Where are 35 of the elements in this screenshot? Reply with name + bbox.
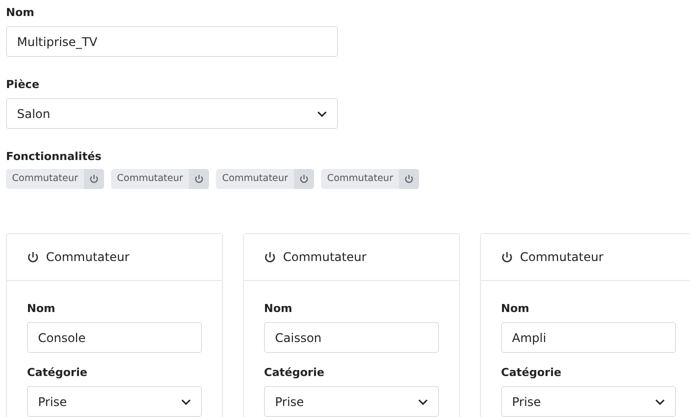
- name-input-field[interactable]: Console: [27, 322, 202, 353]
- power-icon: [264, 250, 276, 264]
- category-select[interactable]: Prise: [27, 386, 202, 417]
- name-input-field[interactable]: Ampli: [501, 322, 676, 353]
- feature-tag[interactable]: Commutateur: [6, 169, 104, 189]
- field-label: Catégorie: [27, 365, 88, 381]
- power-icon: [89, 174, 100, 184]
- chevron-down-icon: [418, 398, 428, 404]
- category-select[interactable]: Prise: [264, 386, 439, 417]
- field-label: Nom: [27, 301, 56, 317]
- field-label: Pièce: [6, 77, 40, 93]
- room-select[interactable]: Salon: [6, 98, 338, 129]
- field-label: Catégorie: [264, 365, 326, 381]
- field-label: Nom: [501, 301, 530, 317]
- power-icon: [404, 174, 414, 184]
- feature-tag[interactable]: Commutateur: [321, 169, 420, 189]
- name-input-field[interactable]: Caisson: [264, 322, 439, 353]
- chevron-down-icon: [655, 398, 665, 404]
- field-label: Nom: [264, 301, 294, 317]
- card-title: Commutateur: [46, 250, 130, 264]
- power-icon: [299, 174, 310, 184]
- chevron-down-icon: [181, 398, 191, 404]
- field-label: Nom: [6, 5, 36, 21]
- power-icon: [194, 174, 204, 184]
- category-select[interactable]: Prise: [501, 386, 676, 417]
- feature-tag[interactable]: Commutateur: [111, 169, 210, 189]
- power-icon: [27, 250, 39, 264]
- field-label: Fonctionnalités: [6, 149, 102, 165]
- chevron-down-icon: [317, 110, 327, 116]
- card-title: Commutateur: [520, 250, 604, 264]
- card-title: Commutateur: [283, 250, 366, 264]
- name-input-field[interactable]: Multiprise_TV: [6, 26, 338, 57]
- field-label: Catégorie: [501, 365, 562, 381]
- feature-tag[interactable]: Commutateur: [216, 169, 314, 189]
- power-icon: [501, 250, 513, 264]
